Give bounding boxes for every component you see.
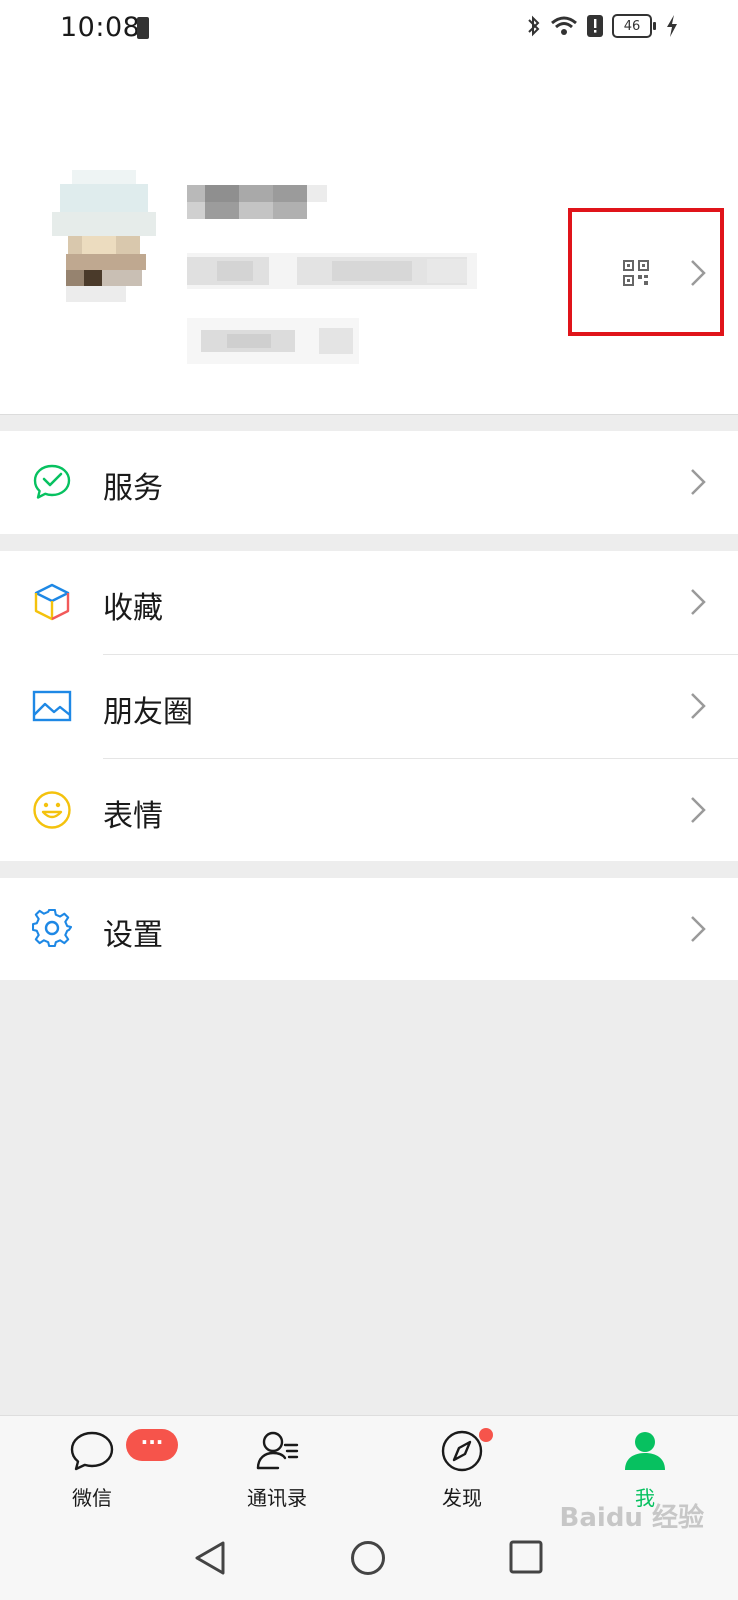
status-bar: 10:08 46 [0,0,738,60]
wechat-pay-icon [33,464,71,499]
wechat-id-blurred [187,253,477,289]
bluetooth-icon [528,15,540,37]
battery-level: 46 [623,18,641,34]
unread-badge: ··· [126,1429,178,1461]
chevron-right-icon [691,693,706,719]
nickname-blurred [187,185,327,219]
chevron-right-icon [691,797,706,823]
tab-label: 微信 [72,1486,112,1510]
tab-chats[interactable]: 微信 ··· [22,1416,178,1518]
menu-group-features: 收藏 朋友圈 表情 [0,551,738,861]
menu-item-label: 服务 [103,471,163,506]
battery-alert-icon [137,17,149,39]
chevron-right-icon [691,916,706,942]
moments-photo-icon [32,690,72,722]
settings-gear-icon [32,909,72,948]
home-icon[interactable] [350,1540,386,1576]
menu-group-settings: 设置 [0,878,738,980]
menu-item-services[interactable]: 服务 [0,431,738,533]
chevron-right-icon [691,469,706,495]
status-time: 10:08 [60,12,141,43]
wifi-icon [551,16,577,35]
menu-item-favorites[interactable]: 收藏 [0,551,738,653]
recents-icon[interactable] [509,1540,543,1574]
sticker-smile-icon [33,791,71,829]
menu-item-moments[interactable]: 朋友圈 [0,655,738,757]
chevron-right-icon [691,260,706,286]
menu-item-label: 朋友圈 [103,695,193,730]
favorites-cube-icon [34,583,70,621]
status-blurred [187,318,359,364]
qr-code-icon[interactable] [623,260,649,286]
menu-item-settings[interactable]: 设置 [0,878,738,980]
me-person-icon [625,1432,665,1470]
status-icons: 46 [526,14,678,38]
tab-discover[interactable]: 发现 [392,1416,532,1518]
battery-icon: 46 [612,14,656,38]
discover-notification-dot [479,1428,493,1442]
contacts-icon [256,1431,299,1470]
baidu-watermark: Baidu 经验 [559,1503,704,1533]
avatar[interactable] [52,170,156,302]
tab-label: 通讯录 [247,1486,307,1510]
menu-group-services: 服务 [0,431,738,534]
tab-contacts[interactable]: 通讯录 [207,1416,347,1518]
profile-header[interactable] [0,60,738,415]
tab-label: 发现 [442,1486,482,1510]
chat-bubble-icon [70,1431,114,1471]
menu-item-label: 设置 [103,918,163,953]
charging-icon [667,15,677,37]
back-icon[interactable] [193,1540,229,1576]
chevron-right-icon [691,589,706,615]
sim-alert-icon [587,15,603,37]
menu-item-stickers[interactable]: 表情 [0,759,738,861]
menu-item-label: 收藏 [103,591,163,626]
menu-item-label: 表情 [103,799,163,834]
